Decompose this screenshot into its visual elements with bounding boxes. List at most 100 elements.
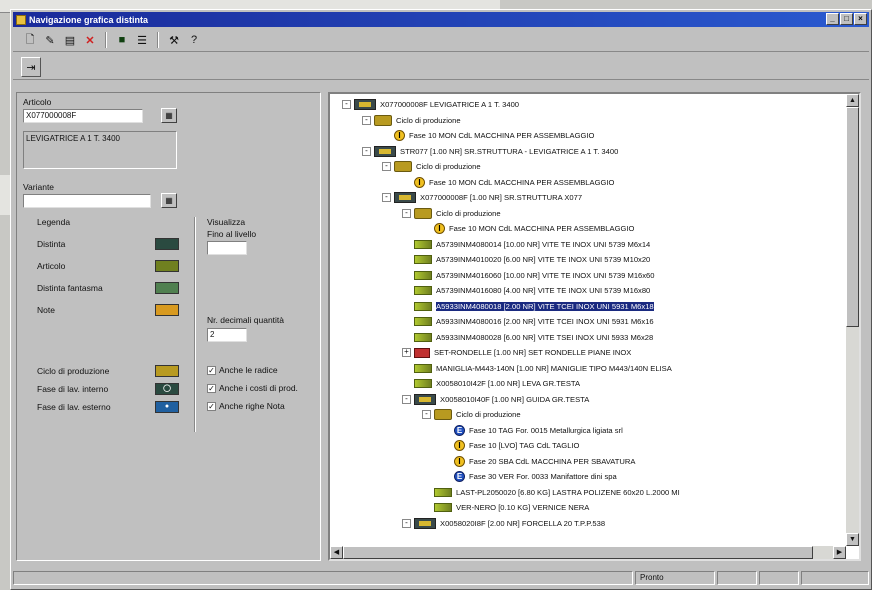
tree-node-label[interactable]: Fase 10 MON CdL MACCHINA PER ASSEMBLAGGI… xyxy=(449,224,634,233)
tree-node[interactable]: E Fase 10 TAG For. 0015 Metallurgica ligi… xyxy=(442,424,623,437)
stop-icon[interactable]: ■ xyxy=(113,31,131,49)
tree-node[interactable]: - STR077 [1.00 NR] SR.STRUTTURA - LEVIGAT… xyxy=(362,145,618,158)
articolo-input[interactable]: X077000008F xyxy=(23,109,143,123)
collapse-toggle-icon[interactable]: - xyxy=(382,193,391,202)
scroll-up-button[interactable]: ▲ xyxy=(846,94,859,107)
tree-node[interactable]: I Fase 10 MON CdL MACCHINA PER ASSEMBLAGG… xyxy=(382,129,594,142)
delete-icon[interactable]: ✕ xyxy=(81,31,99,49)
collapse-toggle-icon[interactable]: - xyxy=(422,410,431,419)
tree-node[interactable]: VER-NERO [0.10 KG] VERNICE NERA xyxy=(422,501,589,514)
tree-node-label[interactable]: LAST-PL2050020 [6.80 KG] LASTRA POLIZENE… xyxy=(456,488,680,497)
collapse-toggle-icon[interactable]: - xyxy=(362,115,371,125)
tree-node[interactable]: X0058010I42F [1.00 NR] LEVA GR.TESTA xyxy=(402,377,580,390)
tree-node-label[interactable]: SET-RONDELLE [1.00 NR] SET RONDELLE PIAN… xyxy=(434,348,631,357)
checkbox[interactable]: ✓ xyxy=(207,401,216,411)
tree-node-label[interactable]: Ciclo di produzione xyxy=(396,116,461,125)
tree-node[interactable]: A5739INM4010020 [6.00 NR] VITE TE INOX U… xyxy=(402,253,650,266)
tree-node-label[interactable]: Fase 10 MON CdL MACCHINA PER ASSEMBLAGGI… xyxy=(429,178,614,187)
scroll-left-button[interactable]: ◀ xyxy=(330,546,343,559)
list-icon[interactable]: ☰ xyxy=(133,31,151,49)
tree-node-label[interactable]: Ciclo di produzione xyxy=(436,209,501,218)
decimali-input[interactable]: 2 xyxy=(207,328,247,342)
bom-tree[interactable]: - X077000008F LEVIGATRICE A 1 T. 3400- Cic… xyxy=(328,92,861,561)
collapse-toggle-icon[interactable]: - xyxy=(342,100,351,109)
tree-node[interactable]: - Ciclo di produzione xyxy=(402,207,501,220)
tree-node[interactable]: A5933INM4080018 [2.00 NR] VITE TCEI INOX… xyxy=(402,300,654,313)
tree-node-label[interactable]: A5933INM4080016 [2.00 NR] VITE TCEI INOX… xyxy=(436,317,654,326)
tree-node-label[interactable]: Fase 20 SBA CdL MACCHINA PER SBAVATURA xyxy=(469,457,635,466)
hscroll-thumb[interactable] xyxy=(343,546,813,559)
checkbox[interactable]: ✓ xyxy=(207,365,216,375)
tree-node-label[interactable]: X077000008F [1.00 NR] SR.STRUTTURA X077 xyxy=(420,193,582,202)
check-radice[interactable]: ✓ Anche le radice xyxy=(207,365,278,375)
variante-input[interactable] xyxy=(23,194,151,208)
scroll-right-button[interactable]: ▶ xyxy=(833,546,846,559)
tree-node-label[interactable]: A5739INM4080014 [10.00 NR] VITE TE INOX … xyxy=(436,240,650,249)
tree-node[interactable]: A5933INM4080016 [2.00 NR] VITE TCEI INOX… xyxy=(402,315,654,328)
tree-node-label[interactable]: VER-NERO [0.10 KG] VERNICE NERA xyxy=(456,503,589,512)
tools-icon[interactable]: ⚒ xyxy=(165,31,183,49)
tree-node-label[interactable]: X0058010I40F [1.00 NR] GUIDA GR.TESTA xyxy=(440,395,589,404)
tree-node-label[interactable]: X0058010I42F [1.00 NR] LEVA GR.TESTA xyxy=(436,379,580,388)
check-costi[interactable]: ✓ Anche i costi di prod. xyxy=(207,383,298,393)
collapse-toggle-icon[interactable]: - xyxy=(402,394,411,404)
vertical-scrollbar[interactable]: ▲ ▼ xyxy=(846,94,859,546)
tree-node[interactable]: - X077000008F LEVIGATRICE A 1 T. 3400 xyxy=(342,98,519,111)
close-button[interactable]: × xyxy=(854,13,867,25)
tree-node-label[interactable]: A5739INM4016080 [4.00 NR] VITE TE INOX U… xyxy=(436,286,650,295)
tree-node[interactable]: E Fase 30 VER For. 0033 Manifattore dini … xyxy=(442,470,617,483)
tree-node[interactable]: - X0058010I40F [1.00 NR] GUIDA GR.TESTA xyxy=(402,393,589,406)
tree-node[interactable]: LAST-PL2050020 [6.80 KG] LASTRA POLIZENE… xyxy=(422,486,680,499)
tree-node-label[interactable]: MANIGLIA-M443-140N [1.00 NR] MANIGLIE TI… xyxy=(436,364,672,373)
tree-node[interactable]: A5739INM4080014 [10.00 NR] VITE TE INOX … xyxy=(402,238,650,251)
collapse-toggle-icon[interactable]: - xyxy=(402,518,411,528)
title-bar[interactable]: Navigazione grafica distinta _ □ × xyxy=(13,12,869,27)
tree-node-label[interactable]: STR077 [1.00 NR] SR.STRUTTURA - LEVIGATR… xyxy=(400,147,618,156)
checkbox[interactable]: ✓ xyxy=(207,383,216,393)
tree-node[interactable]: - Ciclo di produzione xyxy=(382,160,481,173)
tree-node-label[interactable]: Fase 10 [LVO] TAG CdL TAGLIO xyxy=(469,441,579,450)
expand-toggle-icon[interactable]: + xyxy=(402,348,411,357)
tree-node[interactable]: I Fase 10 MON CdL MACCHINA PER ASSEMBLAGG… xyxy=(422,222,634,235)
tree-node-label[interactable]: A5739INM4010020 [6.00 NR] VITE TE INOX U… xyxy=(436,255,650,264)
tree-node[interactable]: A5739INM4016060 [10.00 NR] VITE TE INOX … xyxy=(402,269,655,282)
fino-livello-input[interactable] xyxy=(207,241,247,255)
tree-node-label[interactable]: Fase 10 MON CdL MACCHINA PER ASSEMBLAGGI… xyxy=(409,131,594,140)
tree-node[interactable]: - Ciclo di produzione xyxy=(422,408,521,421)
tree-node-label[interactable]: Fase 30 VER For. 0033 Manifattore dini s… xyxy=(469,472,617,481)
collapse-toggle-icon[interactable]: - xyxy=(362,146,371,156)
minimize-button[interactable]: _ xyxy=(826,13,839,25)
tree-node[interactable]: I Fase 20 SBA CdL MACCHINA PER SBAVATURA xyxy=(442,455,635,468)
tree-node[interactable]: I Fase 10 MON CdL MACCHINA PER ASSEMBLAGG… xyxy=(402,176,614,189)
tree-node-label[interactable]: A5739INM4016060 [10.00 NR] VITE TE INOX … xyxy=(436,271,655,280)
tree-node-label[interactable]: A5933INM4080028 [6.00 NR] VITE TSEI INOX… xyxy=(436,333,653,342)
tree-node[interactable]: + SET-RONDELLE [1.00 NR] SET RONDELLE PIA… xyxy=(402,346,631,359)
tree-node[interactable]: I Fase 10 [LVO] TAG CdL TAGLIO xyxy=(442,439,579,452)
tree-node-label[interactable]: Ciclo di produzione xyxy=(456,410,521,419)
help-icon[interactable]: ? xyxy=(185,31,203,49)
tree-node[interactable]: MANIGLIA-M443-140N [1.00 NR] MANIGLIE TI… xyxy=(402,362,672,375)
variante-lookup-button[interactable]: ▦ xyxy=(161,193,177,208)
tree-node-label[interactable]: Ciclo di produzione xyxy=(416,162,481,171)
expand-icon[interactable]: ⇥ xyxy=(21,57,41,77)
check-nota[interactable]: ✓ Anche righe Nota xyxy=(207,401,285,411)
scroll-thumb[interactable] xyxy=(846,107,859,327)
tree-node-label[interactable]: A5933INM4080018 [2.00 NR] VITE TCEI INOX… xyxy=(436,301,654,311)
tree-node-label[interactable]: Fase 10 TAG For. 0015 Metallurgica ligia… xyxy=(469,426,623,435)
new-icon[interactable]: 🗋 xyxy=(21,31,39,49)
tree-node[interactable]: A5739INM4016080 [4.00 NR] VITE TE INOX U… xyxy=(402,284,650,297)
tree-node-label[interactable]: X077000008F LEVIGATRICE A 1 T. 3400 xyxy=(380,100,519,109)
collapse-toggle-icon[interactable]: - xyxy=(402,208,411,218)
scroll-down-button[interactable]: ▼ xyxy=(846,533,859,546)
articolo-lookup-button[interactable]: ▦ xyxy=(161,108,177,123)
tree-node-label[interactable]: X0058020I8F [2.00 NR] FORCELLA 20 T.P.P.… xyxy=(440,519,605,528)
tree-node[interactable]: - X0058020I8F [2.00 NR] FORCELLA 20 T.P.P… xyxy=(402,517,605,530)
edit-icon[interactable]: ✎ xyxy=(41,31,59,49)
maximize-button[interactable]: □ xyxy=(840,13,853,25)
tree-node[interactable]: - X077000008F [1.00 NR] SR.STRUTTURA X077 xyxy=(382,191,582,204)
tree-node[interactable]: A5933INM4080028 [6.00 NR] VITE TSEI INOX… xyxy=(402,331,653,344)
tree-node[interactable]: - Ciclo di produzione xyxy=(362,114,461,127)
table-icon[interactable]: ▤ xyxy=(61,31,79,49)
collapse-toggle-icon[interactable]: - xyxy=(382,162,391,171)
horizontal-scrollbar[interactable]: ◀ ▶ xyxy=(330,546,846,559)
